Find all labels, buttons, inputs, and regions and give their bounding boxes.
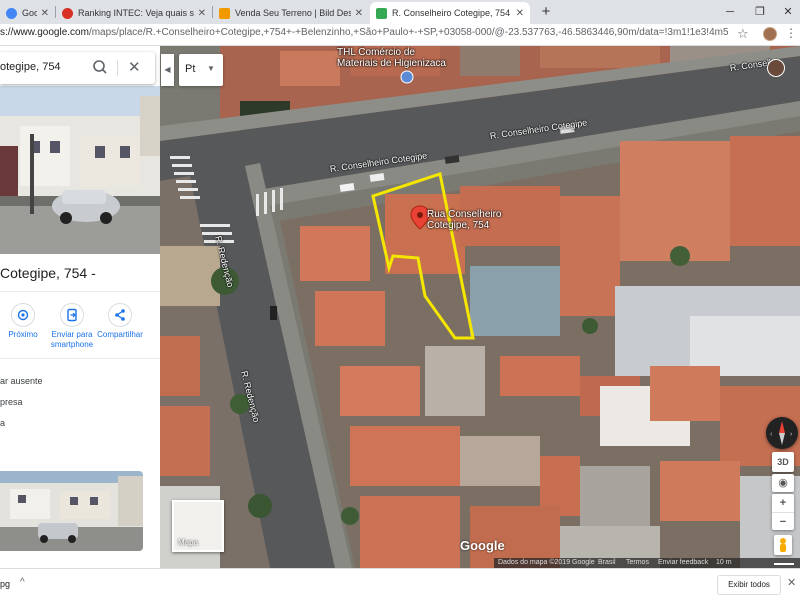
- street-view-pegman-icon[interactable]: [774, 535, 792, 555]
- info-line[interactable]: a: [0, 418, 5, 428]
- download-file-name[interactable]: pg: [0, 579, 10, 589]
- tab-strip: Google F ✕ Ranking INTEC: Veja quais são…: [0, 0, 800, 24]
- scale-bar: [774, 563, 794, 565]
- search-icon[interactable]: [92, 58, 108, 76]
- share-icon: [108, 303, 132, 327]
- address-bar[interactable]: s://www.google.com/maps/place/R.+Conselh…: [0, 24, 800, 46]
- chevron-up-icon[interactable]: ^: [20, 577, 25, 588]
- intec-favicon-icon: [62, 7, 73, 19]
- svg-text:›: ›: [790, 431, 793, 438]
- close-tab-icon[interactable]: ✕: [198, 8, 206, 19]
- pin-label[interactable]: Rua Conselheiro Cotegipe, 754: [427, 209, 502, 231]
- street-view-thumbnail[interactable]: [0, 471, 143, 551]
- poi-thl-label[interactable]: THL Comércio de Materiais de Higienizaca: [337, 47, 446, 69]
- language-select[interactable]: Pt ▼: [179, 54, 223, 86]
- close-window-icon[interactable]: ✕: [778, 2, 798, 22]
- tilt-3d-button[interactable]: 3D: [772, 452, 794, 472]
- minimize-icon[interactable]: ─: [720, 2, 740, 22]
- new-tab-button[interactable]: +: [537, 2, 555, 22]
- bild-favicon-icon: [219, 7, 230, 19]
- satellite-map[interactable]: THL Comércio de Materiais de Higienizaca…: [160, 46, 800, 568]
- close-tab-icon[interactable]: ✕: [41, 8, 49, 19]
- close-download-bar-icon[interactable]: ✕: [787, 576, 796, 589]
- place-title: Cotegipe, 754 -: [0, 265, 96, 281]
- info-line[interactable]: ar ausente: [0, 376, 43, 386]
- close-tab-icon[interactable]: ✕: [516, 8, 524, 19]
- clear-search-icon[interactable]: ✕: [128, 58, 141, 76]
- map-attribution: Dados do mapa ©2019 Google Brasil Termos…: [494, 558, 800, 568]
- profile-avatar[interactable]: [763, 27, 777, 41]
- info-line[interactable]: presa: [0, 397, 23, 407]
- close-tab-icon[interactable]: ✕: [355, 8, 363, 19]
- download-bar: pg ^ Exibir todos ✕: [0, 568, 800, 600]
- tab-maps-active[interactable]: R. Conselheiro Cotegipe, 754 - Be ✕: [370, 2, 530, 24]
- satellite-imagery: [160, 46, 800, 568]
- browser-menu-icon[interactable]: ⋮: [785, 26, 797, 40]
- restore-icon[interactable]: ❐: [750, 2, 770, 22]
- share-button[interactable]: Compartilhar: [96, 303, 144, 340]
- street-view-photo[interactable]: [0, 86, 160, 254]
- url-text[interactable]: s://www.google.com/maps/place/R.+Conselh…: [0, 27, 728, 38]
- zoom-controls: + −: [772, 494, 794, 530]
- nearby-icon: [11, 303, 35, 327]
- svg-text:‹: ‹: [770, 431, 773, 438]
- google-logo: Google: [460, 538, 505, 553]
- account-avatar[interactable]: [767, 59, 785, 77]
- tab-bild[interactable]: Venda Seu Terreno | Bild Desenvolv ✕: [213, 2, 369, 24]
- google-favicon-icon: [6, 7, 17, 19]
- search-input[interactable]: otegipe, 754: [0, 61, 61, 73]
- bookmark-star-icon[interactable]: ☆: [737, 26, 749, 42]
- show-all-downloads-button[interactable]: Exibir todos: [717, 575, 781, 595]
- send-to-phone-icon: [60, 303, 84, 327]
- compass-icon[interactable]: ‹ ›: [766, 417, 798, 449]
- chevron-down-icon: ▼: [207, 64, 215, 73]
- search-box[interactable]: otegipe, 754 ✕: [0, 52, 155, 84]
- place-panel: otegipe, 754 ✕ Cotegipe, 754 - Próximo E…: [0, 46, 160, 568]
- collapse-panel-button[interactable]: ◀: [161, 54, 174, 86]
- map-layer-toggle[interactable]: Mapa: [172, 500, 224, 552]
- maps-favicon-icon: [376, 7, 387, 19]
- nearby-button[interactable]: Próximo: [4, 303, 42, 340]
- zoom-out-button[interactable]: −: [772, 512, 794, 530]
- tab-google[interactable]: Google F ✕: [0, 2, 55, 24]
- browser-window: Google F ✕ Ranking INTEC: Veja quais são…: [0, 0, 800, 600]
- my-location-icon[interactable]: ◉: [772, 474, 794, 492]
- zoom-in-button[interactable]: +: [772, 494, 794, 512]
- tab-ranking-intec[interactable]: Ranking INTEC: Veja quais são as ✕: [56, 2, 212, 24]
- send-to-phone-button[interactable]: Enviar para smartphone: [48, 303, 96, 350]
